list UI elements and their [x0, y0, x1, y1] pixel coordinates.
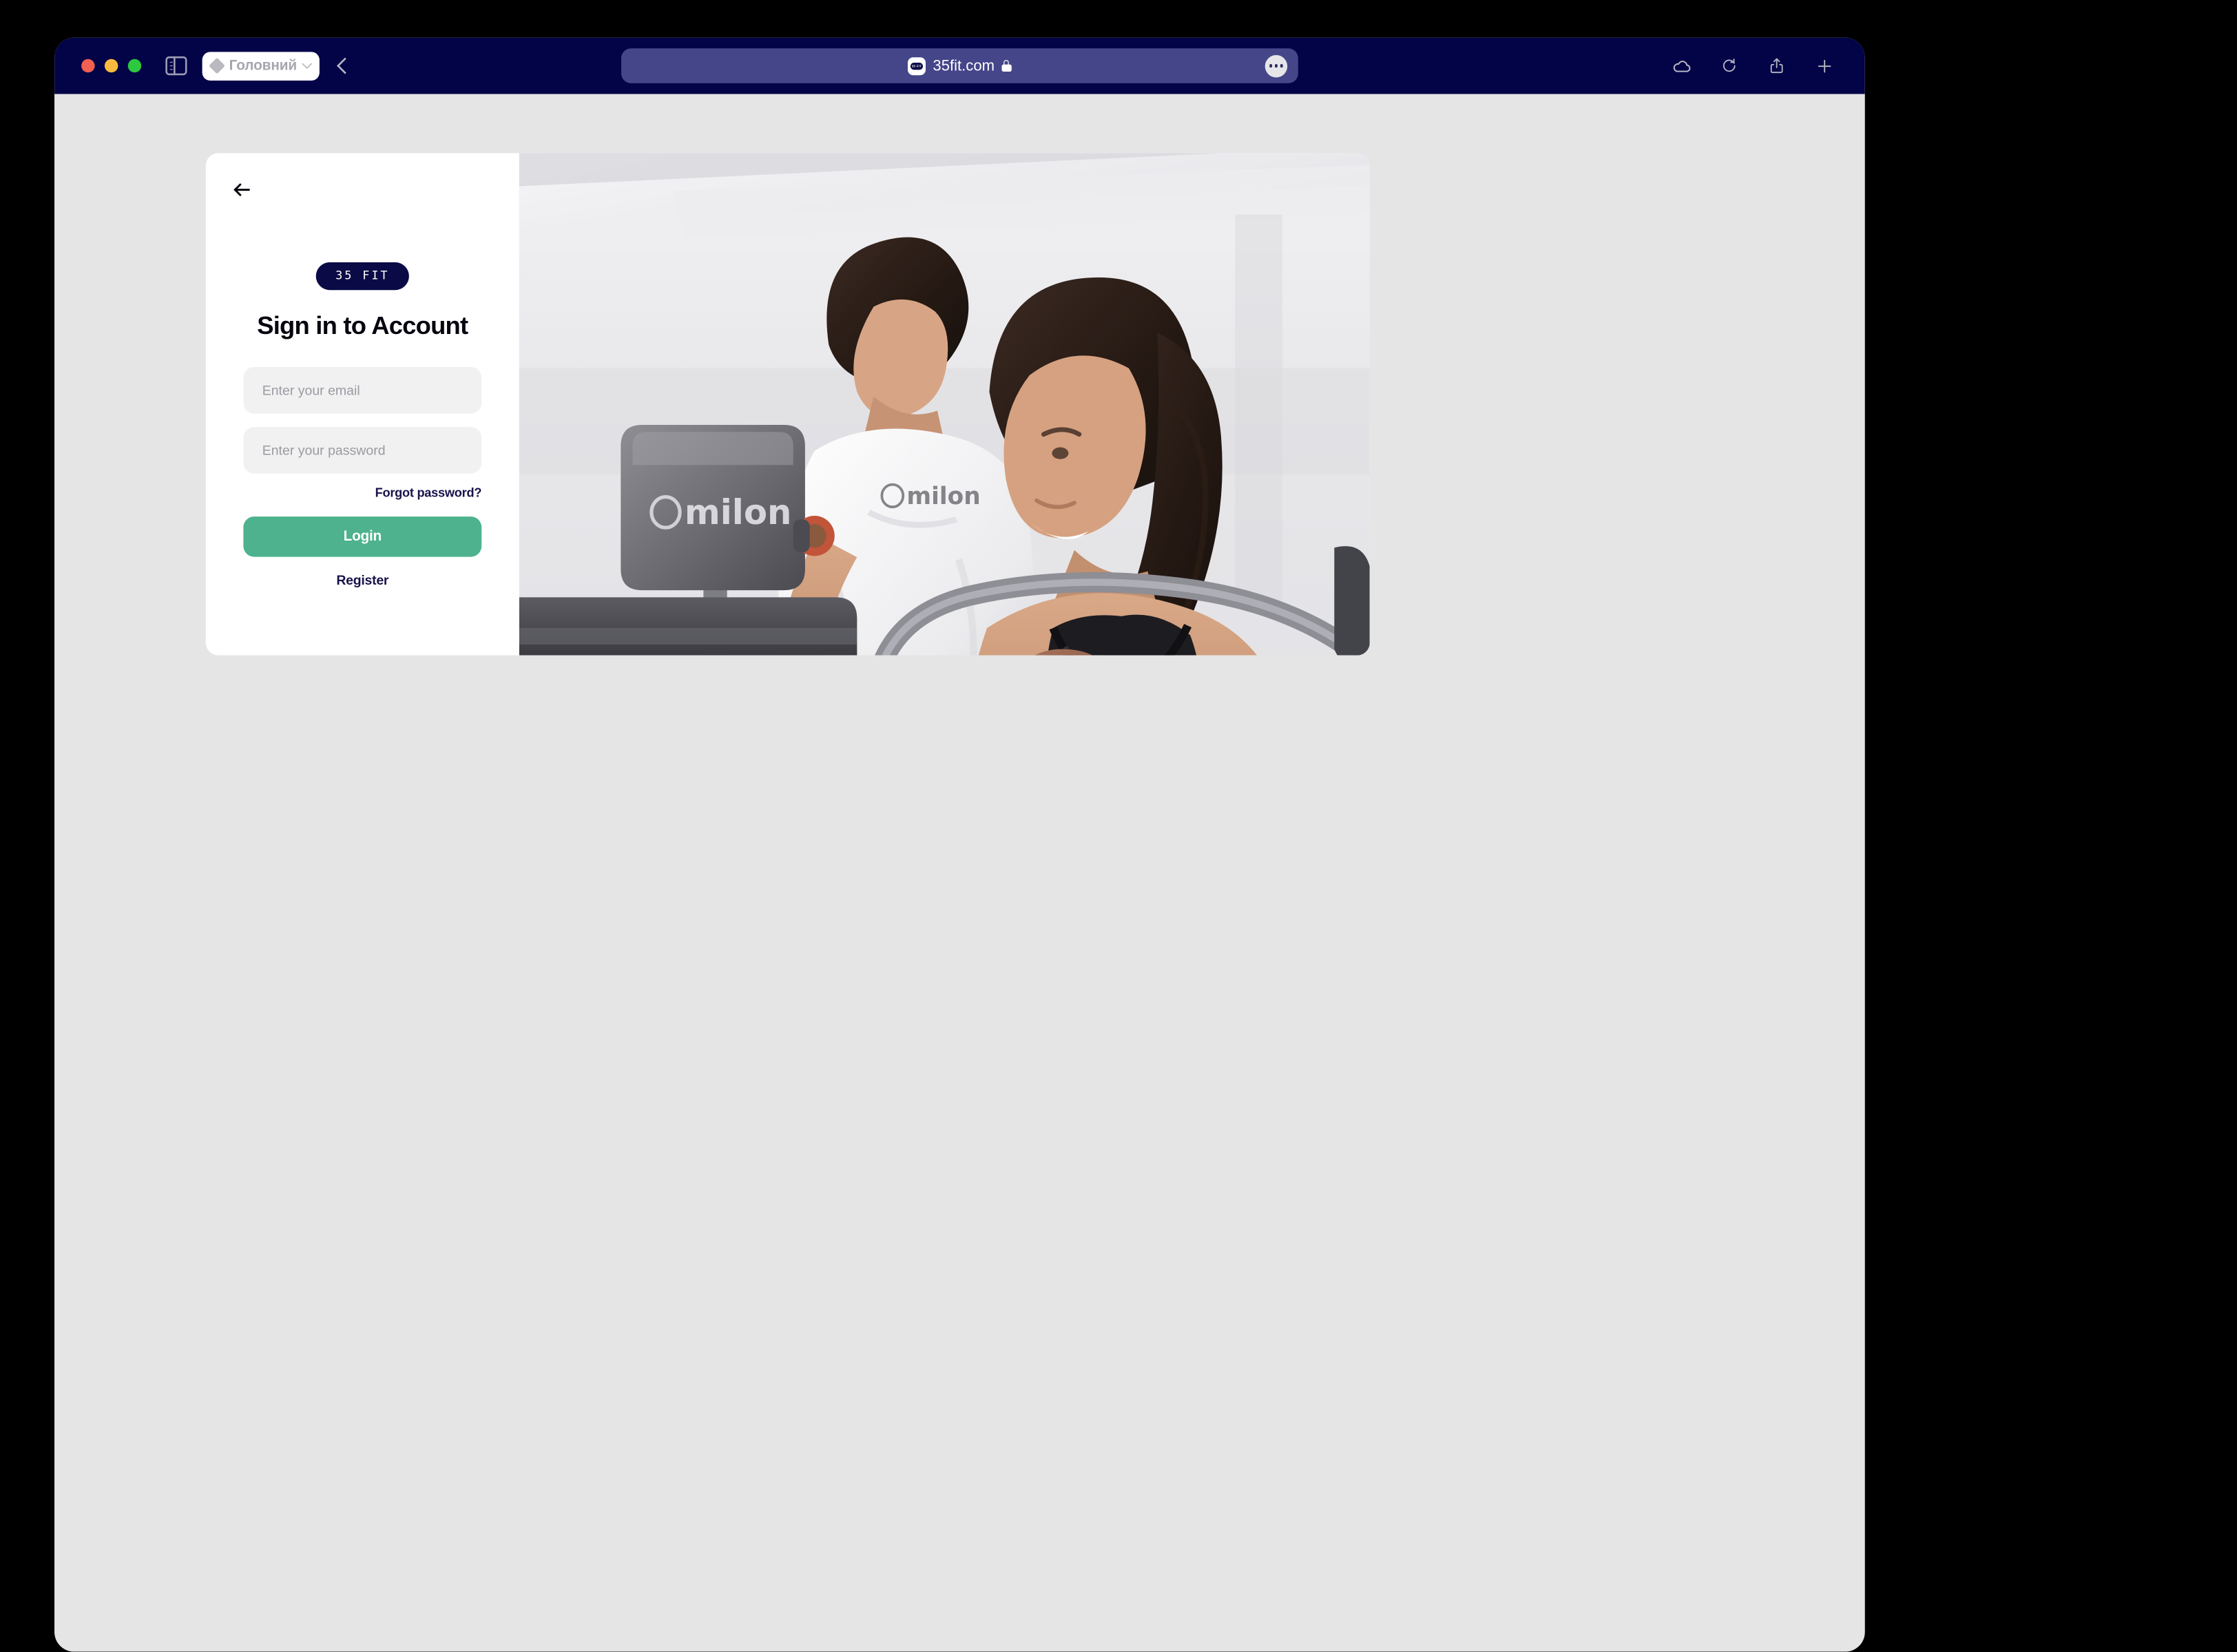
- lock-body: [1001, 64, 1012, 72]
- svg-text:milon: milon: [685, 492, 792, 532]
- email-field[interactable]: [243, 367, 482, 414]
- share-icon[interactable]: [1767, 56, 1787, 76]
- page-title: Sign in to Account: [257, 311, 468, 339]
- arrow-left-icon[interactable]: [230, 178, 253, 202]
- address-content: 35 FIT 35fit.com: [907, 56, 1012, 75]
- password-field[interactable]: [243, 427, 482, 474]
- dot: [1269, 64, 1273, 67]
- cloud-icon[interactable]: [1672, 56, 1692, 76]
- login-button[interactable]: Login: [243, 516, 482, 557]
- auth-container: 35 FIT Sign in to Account Forgot passwor…: [205, 153, 1370, 656]
- traffic-lights: [81, 59, 142, 73]
- page-content: 35 FIT Sign in to Account Forgot passwor…: [54, 94, 1865, 1652]
- browser-toolbar: Головний 35 FIT 35fit.com: [54, 37, 1865, 94]
- dot: [1280, 64, 1284, 67]
- sidebar-line: [169, 65, 173, 67]
- svg-text:milon: milon: [906, 483, 980, 510]
- chevron-left-icon[interactable]: [337, 59, 346, 74]
- favicon-brand-pill: 35 FIT: [910, 62, 924, 70]
- minimize-window-button[interactable]: [104, 59, 118, 73]
- sidebar-icon[interactable]: [165, 56, 187, 76]
- lock-icon: [1001, 60, 1012, 72]
- gym-photo: milon milon: [519, 153, 1370, 656]
- favicon-icon: 35 FIT: [907, 56, 926, 75]
- favicon-brand-label: 35 FIT: [911, 63, 922, 68]
- tab-golovnyi[interactable]: Головний: [202, 51, 320, 81]
- close-window-button[interactable]: [81, 59, 95, 73]
- reload-icon[interactable]: [1719, 56, 1740, 76]
- toolbar-right-icons: [1672, 56, 1845, 76]
- forgot-password-link[interactable]: Forgot password?: [375, 485, 482, 500]
- chevron-down-icon[interactable]: [302, 58, 312, 69]
- brand-logo: 35 FIT: [315, 262, 410, 291]
- new-tab-icon[interactable]: [1814, 56, 1835, 76]
- tab-label: Головний: [229, 57, 298, 73]
- register-link[interactable]: Register: [336, 573, 388, 588]
- dot: [1274, 64, 1278, 67]
- url-text: 35fit.com: [933, 56, 995, 74]
- address-bar[interactable]: 35 FIT 35fit.com: [621, 48, 1298, 83]
- gym-photo-illustration: milon milon: [519, 153, 1370, 656]
- login-form: 35 FIT Sign in to Account Forgot passwor…: [206, 262, 519, 588]
- more-options-icon[interactable]: [1265, 54, 1288, 77]
- login-card: 35 FIT Sign in to Account Forgot passwor…: [205, 153, 519, 656]
- maximize-window-button[interactable]: [127, 59, 142, 73]
- browser-window: Головний 35 FIT 35fit.com 35 FIT Sign in…: [54, 37, 1865, 1652]
- sidebar-line: [169, 61, 173, 63]
- diamond-icon: [209, 57, 226, 74]
- sidebar-line: [169, 68, 173, 70]
